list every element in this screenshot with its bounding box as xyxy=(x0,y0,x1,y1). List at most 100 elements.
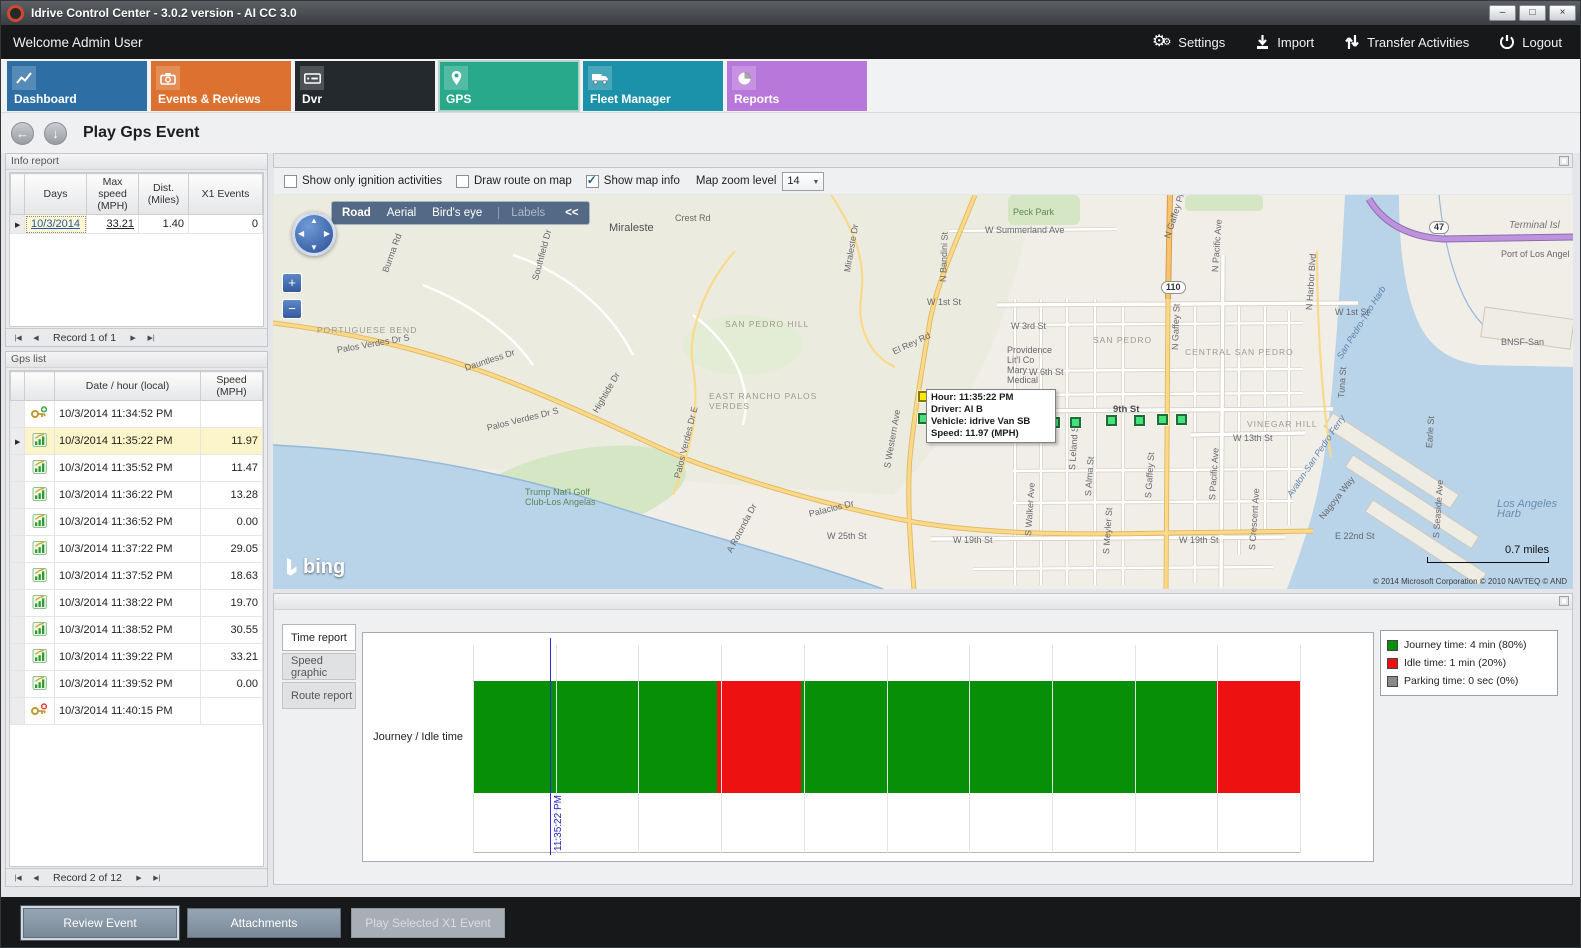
nav-tile-dvr[interactable]: Dvr xyxy=(295,61,435,111)
maximize-button[interactable] xyxy=(1519,5,1546,21)
panel-collapse-icon[interactable] xyxy=(1559,156,1569,166)
header-action-transfer-activities[interactable]: Transfer Activities xyxy=(1344,34,1469,50)
header-action-label: Settings xyxy=(1178,35,1225,50)
tab-time-report[interactable]: Time report xyxy=(282,624,356,651)
gps-row[interactable]: 10/3/2014 11:35:22 PM11.97 xyxy=(11,428,263,455)
time-report-chart: Journey / Idle time 11:35:22 PM xyxy=(362,632,1374,862)
gps-row[interactable]: 10/3/2014 11:35:52 PM11.47 xyxy=(11,455,263,482)
map-zoom-select[interactable]: 14 xyxy=(782,172,824,191)
map-collapse-button[interactable]: << xyxy=(565,207,578,219)
panel-collapse-icon[interactable] xyxy=(1559,596,1569,606)
route-marker-point[interactable] xyxy=(1176,414,1187,425)
gps-speed-cell: 13.28 xyxy=(201,482,263,509)
pan-south-icon[interactable]: ▼ xyxy=(310,243,318,252)
nav-tile-dashboard[interactable]: Dashboard xyxy=(7,61,147,111)
route-marker-point[interactable] xyxy=(1134,415,1145,426)
header-action-label: Logout xyxy=(1522,35,1562,50)
route-marker-point[interactable] xyxy=(1106,415,1117,426)
time-marker-line xyxy=(550,638,551,855)
pager-last-icon[interactable] xyxy=(143,331,159,344)
gps-row[interactable]: 10/3/2014 11:39:22 PM33.21 xyxy=(11,644,263,671)
gps-date-cell: 10/3/2014 11:36:52 PM xyxy=(55,509,201,536)
map-mode-aerial[interactable]: Aerial xyxy=(387,207,416,219)
header-action-logout[interactable]: Logout xyxy=(1499,34,1562,50)
zoom-out-button[interactable]: − xyxy=(282,299,302,319)
pager-last-icon[interactable] xyxy=(149,871,165,884)
day-link[interactable]: 10/3/2014 xyxy=(31,218,80,230)
pager-first-icon[interactable] xyxy=(10,331,26,344)
gps-speed-cell: 19.70 xyxy=(201,590,263,617)
gps-list-panel: Gps list Date / hour (local) Speed (MPH)… xyxy=(5,351,268,887)
pager-next-icon[interactable] xyxy=(131,871,147,884)
gps-speed-cell: 0.00 xyxy=(201,671,263,698)
col-date-hour[interactable]: Date / hour (local) xyxy=(55,372,201,401)
chart-gridline xyxy=(1217,645,1218,853)
nav-tile-label: Dashboard xyxy=(14,92,77,106)
gps-row[interactable]: 10/3/2014 11:37:52 PM18.63 xyxy=(11,563,263,590)
power-icon xyxy=(1499,34,1515,50)
pager-prev-icon[interactable] xyxy=(28,331,44,344)
checkbox-show-only-ignition-activities[interactable]: Show only ignition activities xyxy=(284,175,442,188)
gps-point-icon xyxy=(25,644,55,671)
checkbox-label: Draw route on map xyxy=(474,175,572,187)
footer-button-review-event[interactable]: Review Event xyxy=(23,908,177,938)
map[interactable]: RoadAerialBird's eyeLabels << ▲ ▼ ◀ ▶ + … xyxy=(273,195,1573,589)
route-marker-point[interactable] xyxy=(1157,414,1168,425)
gps-date-cell: 10/3/2014 11:39:52 PM xyxy=(55,671,201,698)
down-button[interactable] xyxy=(44,122,67,145)
nav-tile-events-reviews[interactable]: Events & Reviews xyxy=(151,61,291,111)
nav-tile-gps[interactable]: GPS xyxy=(439,61,579,111)
compass-control[interactable]: ▲ ▼ ◀ ▶ xyxy=(292,212,336,256)
pager-prev-icon[interactable] xyxy=(28,871,44,884)
pan-north-icon[interactable]: ▲ xyxy=(310,216,318,225)
checkbox-box[interactable] xyxy=(284,175,297,188)
route-marker-point[interactable] xyxy=(1070,417,1081,428)
col-speed[interactable]: Speed (MPH) xyxy=(201,372,263,401)
gps-date-cell: 10/3/2014 11:39:22 PM xyxy=(55,644,201,671)
nav-tile-reports[interactable]: Reports xyxy=(727,61,867,111)
gps-row[interactable]: 10/3/2014 11:39:52 PM0.00 xyxy=(11,671,263,698)
row-indicator xyxy=(11,509,25,536)
pan-east-icon[interactable]: ▶ xyxy=(324,229,330,238)
map-mode-road[interactable]: Road xyxy=(342,207,371,219)
gps-row[interactable]: 10/3/2014 11:38:22 PM19.70 xyxy=(11,590,263,617)
checkbox-box[interactable] xyxy=(456,175,469,188)
map-label: SAN PEDRO HILL xyxy=(725,319,809,329)
gps-date-cell: 10/3/2014 11:37:52 PM xyxy=(55,563,201,590)
max-speed-value: 33.21 xyxy=(87,215,139,234)
checkbox-draw-route-on-map[interactable]: Draw route on map xyxy=(456,175,572,188)
pan-west-icon[interactable]: ◀ xyxy=(298,229,304,238)
header-action-import[interactable]: Import xyxy=(1255,34,1314,50)
checkbox-show-map-info[interactable]: Show map info xyxy=(586,175,680,188)
checkbox-label: Show only ignition activities xyxy=(302,175,442,187)
gps-row[interactable]: 10/3/2014 11:36:52 PM0.00 xyxy=(11,509,263,536)
pager-next-icon[interactable] xyxy=(125,331,141,344)
back-button[interactable] xyxy=(11,122,34,145)
header-action-settings[interactable]: ⚙⚙Settings xyxy=(1152,34,1225,50)
close-button[interactable] xyxy=(1549,5,1576,21)
checkbox-box[interactable] xyxy=(586,175,599,188)
col-x1-events[interactable]: X1 Events xyxy=(189,174,263,215)
dvr-icon xyxy=(300,66,324,90)
info-report-row[interactable]: 10/3/2014 33.21 1.40 0 xyxy=(11,215,263,234)
gps-row[interactable]: 10/3/2014 11:36:22 PM13.28 xyxy=(11,482,263,509)
app-icon xyxy=(7,5,24,22)
tab-speed-graphic[interactable]: Speed graphic xyxy=(282,653,356,680)
titlebar: Idrive Control Center - 3.0.2 version - … xyxy=(1,1,1580,25)
map-mode-bird-s-eye[interactable]: Bird's eye xyxy=(432,207,482,219)
nav-tile-fleet-manager[interactable]: Fleet Manager xyxy=(583,61,723,111)
gps-row[interactable]: 10/3/2014 11:34:52 PM xyxy=(11,401,263,428)
col-days[interactable]: Days xyxy=(25,174,87,215)
info-report-header: Info report xyxy=(6,154,267,170)
tab-route-report[interactable]: Route report xyxy=(282,682,356,709)
minimize-button[interactable] xyxy=(1489,5,1516,21)
footer-button-attachments[interactable]: Attachments xyxy=(187,908,341,938)
line-chart-icon xyxy=(12,66,36,90)
pager-first-icon[interactable] xyxy=(10,871,26,884)
zoom-in-button[interactable]: + xyxy=(282,273,302,293)
gps-row[interactable]: 10/3/2014 11:40:15 PM xyxy=(11,698,263,725)
gps-row[interactable]: 10/3/2014 11:37:22 PM29.05 xyxy=(11,536,263,563)
col-dist[interactable]: Dist. (Miles) xyxy=(139,174,189,215)
col-max-speed[interactable]: Max speed (MPH) xyxy=(87,174,139,215)
gps-row[interactable]: 10/3/2014 11:38:52 PM30.55 xyxy=(11,617,263,644)
